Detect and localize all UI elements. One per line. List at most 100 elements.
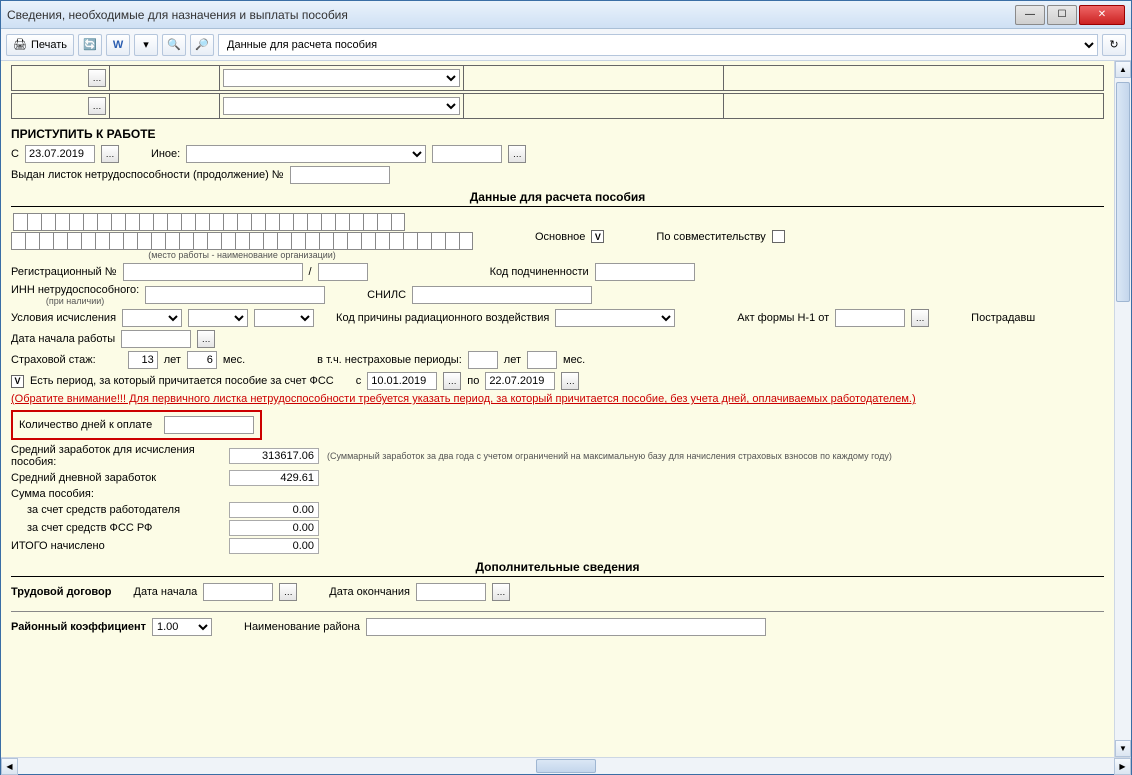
window-title: Сведения, необходимые для назначения и в… (7, 8, 1015, 22)
lbl-work-start: Дата начала работы (11, 333, 115, 345)
lbl-region-coef: Районный коэффициент (11, 621, 146, 633)
lbl-benefit: Сумма пособия: (11, 488, 221, 500)
lbl-region-name: Наименование района (244, 621, 360, 633)
lbl-fss: за счет средств ФСС РФ (11, 522, 221, 534)
inn-note: (при наличии) (11, 296, 139, 306)
row-employer: за счет средств работодателя 0.00 (11, 502, 1104, 518)
section-additional: Дополнительные сведения (11, 560, 1104, 577)
cell-pick-2[interactable]: … (88, 97, 106, 115)
scroll-down-button[interactable]: ▼ (1115, 740, 1131, 757)
ins-months-input[interactable] (187, 351, 217, 369)
fss-to-pick[interactable]: … (561, 372, 579, 390)
row-avg-daily: Средний дневной заработок 429.61 (11, 470, 1104, 486)
section-calc-data: Данные для расчета пособия (11, 190, 1104, 207)
cond-select-3[interactable] (254, 309, 314, 327)
vertical-scrollbar[interactable]: ▲ ▼ (1114, 61, 1131, 757)
snils-input[interactable] (412, 286, 592, 304)
word-dropdown-button[interactable]: ▾ (134, 34, 158, 56)
ins-years-input[interactable] (128, 351, 158, 369)
work-start-pick[interactable]: … (197, 330, 215, 348)
cond-select-2[interactable] (188, 309, 248, 327)
scroll-left-button[interactable]: ◀ (1, 758, 18, 775)
avg-note: (Суммарный заработок за два года с учето… (327, 451, 892, 461)
workplace-boxes-1[interactable] (13, 213, 405, 231)
val-total: 0.00 (229, 538, 319, 554)
subcode-input[interactable] (595, 263, 695, 281)
val-employer: 0.00 (229, 502, 319, 518)
lbl-total: ИТОГО начислено (11, 540, 221, 552)
act-date-input[interactable] (835, 309, 905, 327)
close-button[interactable]: ✕ (1079, 5, 1125, 25)
act-date-pick[interactable]: … (911, 309, 929, 327)
lbl-cond: Условия исчисления (11, 312, 116, 324)
contract-start-input[interactable] (203, 583, 273, 601)
scroll-thumb-h[interactable] (536, 759, 596, 773)
days-to-pay-box: Количество дней к оплате (11, 410, 262, 440)
regno-input[interactable] (123, 263, 303, 281)
word-export-button[interactable]: W (106, 34, 130, 56)
lbl-other: Иное: (151, 148, 180, 160)
nonins-months-input[interactable] (527, 351, 557, 369)
lbl-from: С (11, 148, 19, 160)
print-button[interactable]: 🖨 Печать (6, 34, 74, 56)
zoom-out-button[interactable]: 🔎 (190, 34, 214, 56)
row-regno: Регистрационный № / Код подчиненности (11, 263, 1104, 281)
contract-start-pick[interactable]: … (279, 583, 297, 601)
workplace-boxes-2[interactable] (11, 232, 473, 250)
val-daily: 429.61 (229, 470, 319, 486)
lbl-months2: мес. (563, 354, 585, 366)
checkbox-parttime[interactable] (772, 230, 785, 243)
cell-select-2[interactable] (223, 97, 460, 115)
app-window: Сведения, необходимые для назначения и в… (0, 0, 1132, 775)
contract-end-pick[interactable]: … (492, 583, 510, 601)
scroll-track-h[interactable] (18, 758, 1114, 774)
other-pick[interactable]: … (508, 145, 526, 163)
lbl-snils: СНИЛС (367, 289, 406, 301)
work-start-input[interactable] (121, 330, 191, 348)
cond-select-1[interactable] (122, 309, 182, 327)
refresh-preview-button[interactable]: 🔄 (78, 34, 102, 56)
lbl-fss-period: Есть период, за который причитается посо… (30, 375, 334, 387)
lbl-cend: Дата окончания (329, 586, 410, 598)
contract-end-input[interactable] (416, 583, 486, 601)
minimize-button[interactable]: — (1015, 5, 1045, 25)
inn-input[interactable] (145, 286, 325, 304)
section-selector[interactable]: Данные для расчета пособия (218, 34, 1098, 56)
cell-select-1[interactable] (223, 69, 460, 87)
regno-input-2[interactable] (318, 263, 368, 281)
row-conditions: Условия исчисления Код причины радиацион… (11, 309, 1104, 327)
row-work-start: Дата начала работы … (11, 330, 1104, 348)
radiation-select[interactable] (555, 309, 675, 327)
zoom-in-button[interactable]: 🔍 (162, 34, 186, 56)
region-coef-select[interactable]: 1.00 (152, 618, 212, 636)
scroll-right-button[interactable]: ▶ (1114, 758, 1131, 775)
days-input[interactable] (164, 416, 254, 434)
fss-to-input[interactable] (485, 372, 555, 390)
val-avg: 313617.06 (229, 448, 319, 464)
scroll-thumb-v[interactable] (1116, 82, 1130, 302)
lbl-avg: Средний заработок для исчисления пособия… (11, 444, 221, 468)
horizontal-scrollbar[interactable]: ◀ ▶ (1, 757, 1131, 774)
scroll-up-button[interactable]: ▲ (1115, 61, 1131, 78)
reload-button[interactable]: ↻ (1102, 34, 1126, 56)
cell-pick-1[interactable]: … (88, 69, 106, 87)
lbl-parttime: По совместительству (656, 231, 765, 243)
fss-from-input[interactable] (367, 372, 437, 390)
other-select[interactable] (186, 145, 426, 163)
checkbox-main[interactable] (591, 230, 604, 243)
row-benefit-title: Сумма пособия: (11, 488, 1104, 500)
print-label: Печать (31, 39, 67, 51)
fss-from-pick[interactable]: … (443, 372, 461, 390)
nonins-years-input[interactable] (468, 351, 498, 369)
maximize-button[interactable]: ☐ (1047, 5, 1077, 25)
sheet-no-input[interactable] (290, 166, 390, 184)
row-region: Районный коэффициент 1.00 Наименование р… (11, 618, 1104, 636)
checkbox-fss[interactable] (11, 375, 24, 388)
region-name-input[interactable] (366, 618, 766, 636)
row-fss-period: Есть период, за который причитается посо… (11, 372, 1104, 390)
other-input[interactable] (432, 145, 502, 163)
start-date-input[interactable] (25, 145, 95, 163)
scroll-track-v[interactable] (1115, 78, 1131, 740)
lbl-subcode: Код подчиненности (490, 266, 589, 278)
start-date-pick[interactable]: … (101, 145, 119, 163)
